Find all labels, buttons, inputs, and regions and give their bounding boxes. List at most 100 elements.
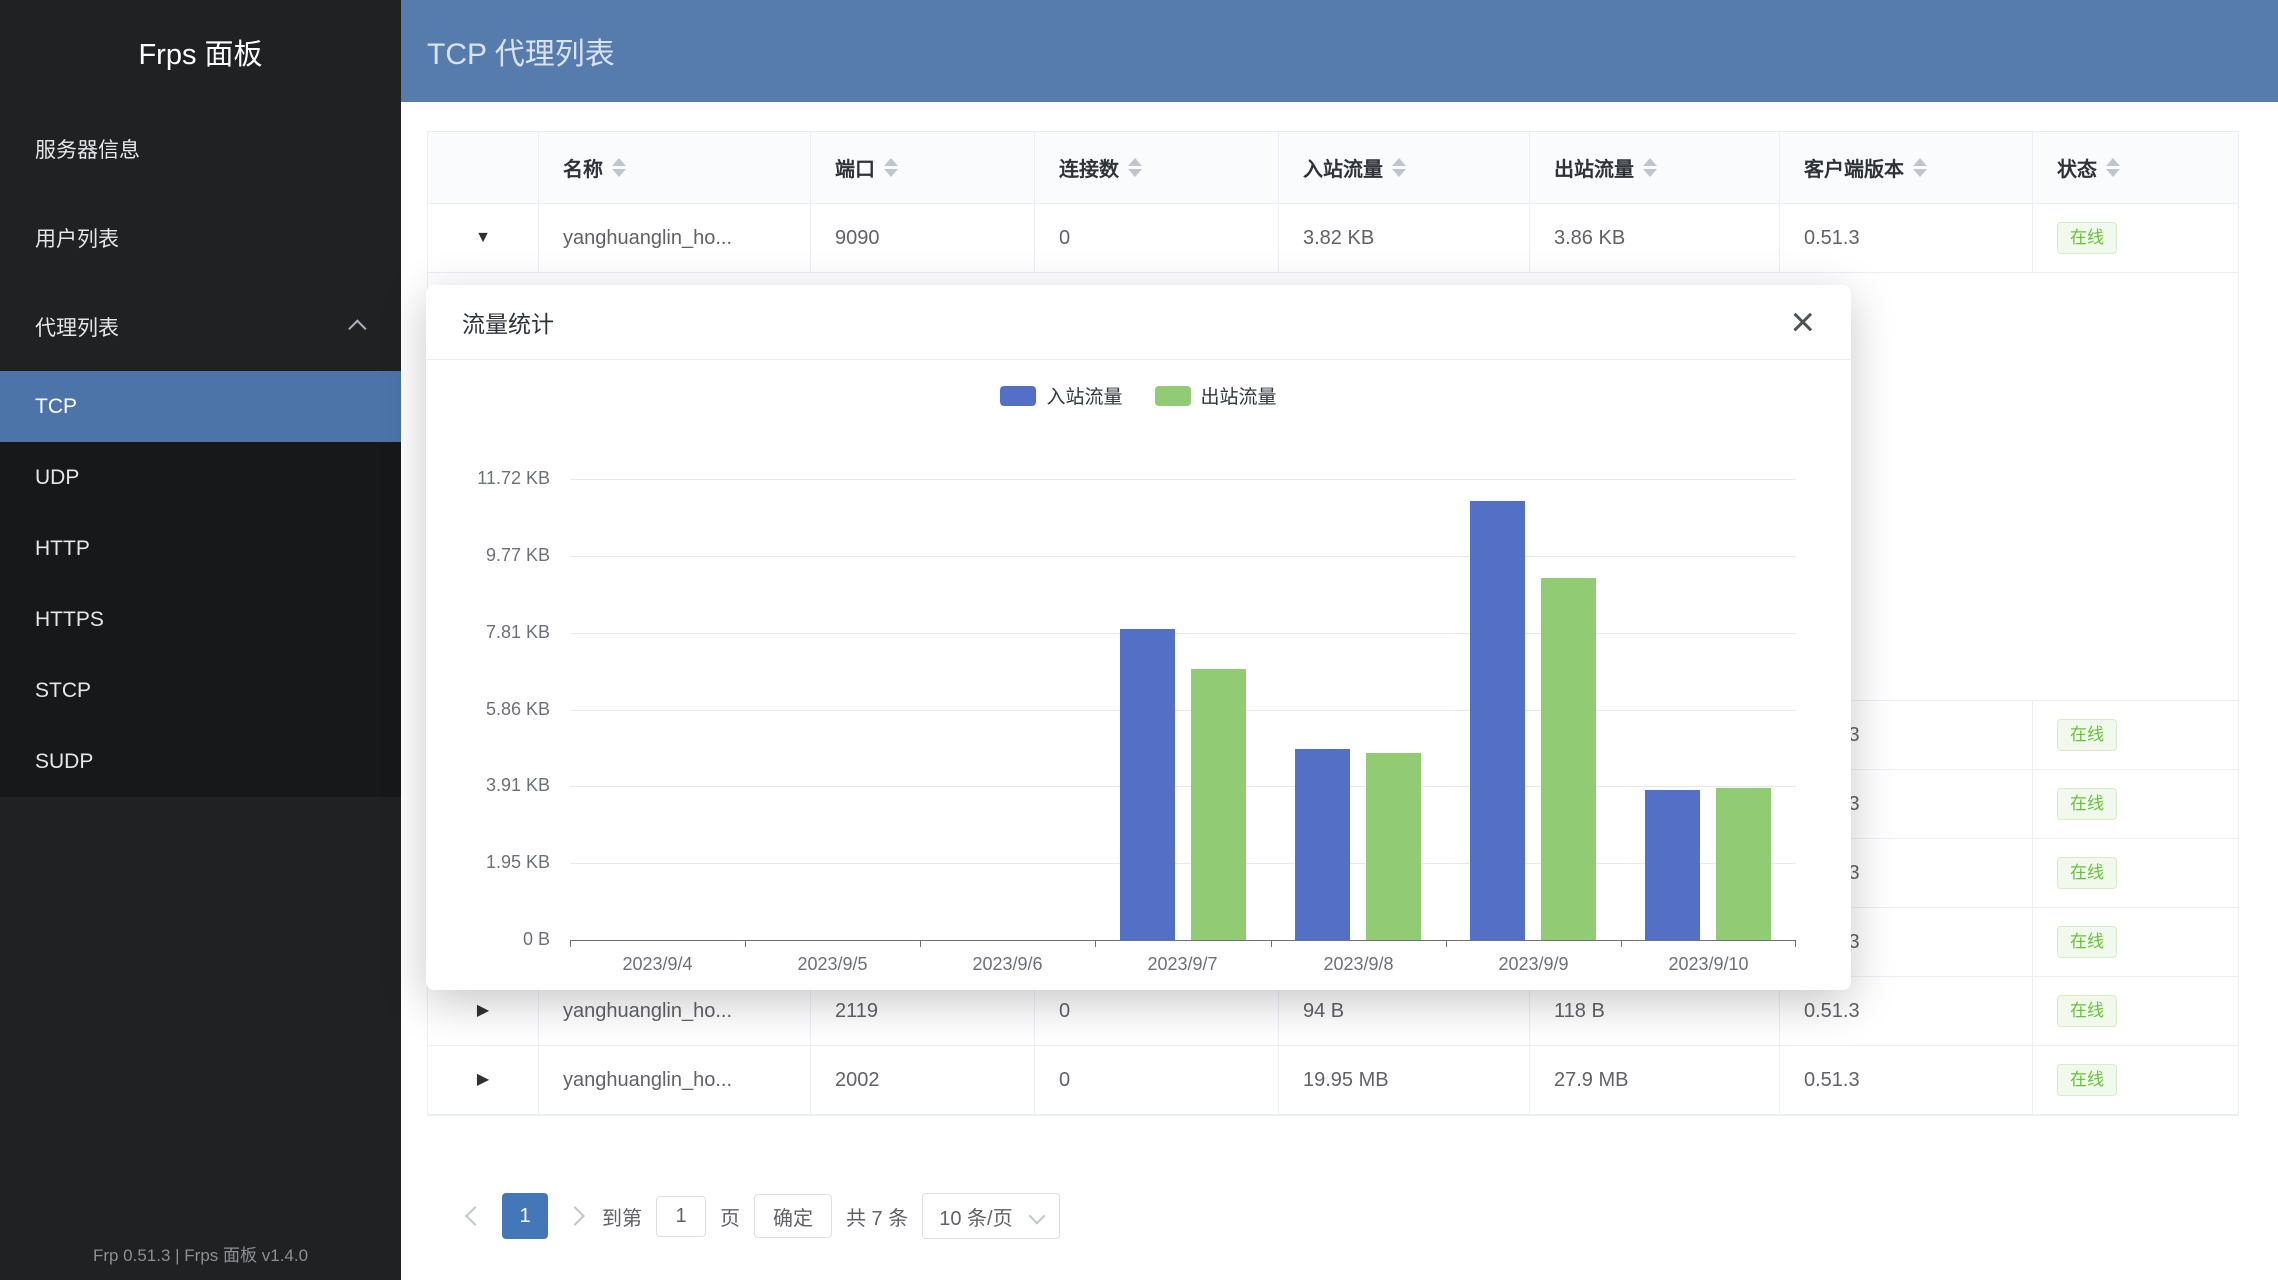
goto-page-input[interactable] xyxy=(656,1196,706,1237)
pagination: 1 到第 页 确定 共 7 条 10 条/页 xyxy=(462,1193,1060,1239)
column-header-label: 状态 xyxy=(2057,153,2097,182)
column-header-label: 入站流量 xyxy=(1303,153,1383,182)
axis-tick xyxy=(920,940,921,947)
sidebar-item-user-list[interactable]: 用户列表 xyxy=(0,193,401,282)
column-header[interactable]: 连接数 xyxy=(1035,132,1279,204)
bar-outbound xyxy=(1541,578,1596,940)
table-cell: 0.51.3 xyxy=(1780,204,2033,273)
sidebar-item-udp[interactable]: UDP xyxy=(0,442,401,513)
sidebar-item-https[interactable]: HTTPS xyxy=(0,584,401,655)
column-header-label: 出站流量 xyxy=(1554,153,1634,182)
y-axis-label: 1.95 KB xyxy=(426,852,550,873)
goto-label: 到第 xyxy=(602,1202,642,1231)
sidebar-item-server-info[interactable]: 服务器信息 xyxy=(0,104,401,193)
total-count-label: 共 7 条 xyxy=(846,1202,908,1231)
status-cell: 在线 xyxy=(2033,839,2238,908)
expand-row-icon[interactable]: ▶ xyxy=(477,1003,489,1019)
legend-label: 入站流量 xyxy=(1046,382,1122,409)
status-cell: 在线 xyxy=(2033,977,2238,1046)
page-unit-label: 页 xyxy=(720,1202,740,1231)
legend-item[interactable]: 入站流量 xyxy=(1000,382,1122,409)
table-cell: 3.82 KB xyxy=(1279,204,1530,273)
y-axis-label: 9.77 KB xyxy=(426,545,550,566)
sidebar-item-proxy-list[interactable]: 代理列表 xyxy=(0,282,401,371)
gridline xyxy=(570,556,1796,557)
modal-header: 流量统计 × xyxy=(426,285,1851,360)
page-size-select[interactable]: 10 条/页 xyxy=(922,1193,1059,1239)
column-header-label: 名称 xyxy=(563,153,603,182)
next-page-button[interactable] xyxy=(562,1193,588,1239)
gridline xyxy=(570,863,1796,864)
y-axis-label: 11.72 KB xyxy=(426,468,550,489)
y-axis-label: 3.91 KB xyxy=(426,775,550,796)
expand-column-header xyxy=(428,132,539,204)
table-cell: yanghuanglin_ho... xyxy=(539,204,811,273)
sidebar-item-stcp[interactable]: STCP xyxy=(0,655,401,726)
sidebar-item-label: UDP xyxy=(35,466,79,490)
column-header[interactable]: 出站流量 xyxy=(1530,132,1780,204)
column-header[interactable]: 入站流量 xyxy=(1279,132,1530,204)
status-cell: 在线 xyxy=(2033,908,2238,977)
axis-tick xyxy=(570,940,571,947)
gridline xyxy=(570,786,1796,787)
chevron-up-icon xyxy=(348,319,366,337)
sort-caret-icon[interactable] xyxy=(1913,158,1927,177)
table-cell: 2002 xyxy=(811,1046,1035,1115)
y-axis-label: 5.86 KB xyxy=(426,699,550,720)
y-axis-label: 0 B xyxy=(426,929,550,950)
page-number-1[interactable]: 1 xyxy=(502,1193,548,1239)
sidebar-item-label: HTTP xyxy=(35,537,90,561)
table-row: ▶yanghuanglin_ho...2002019.95 MB27.9 MB0… xyxy=(428,1046,2238,1115)
expand-cell: ▶ xyxy=(428,1046,539,1115)
column-header-label: 连接数 xyxy=(1059,153,1119,182)
prev-page-button[interactable] xyxy=(462,1193,488,1239)
sort-caret-icon[interactable] xyxy=(1128,158,1142,177)
sidebar-item-label: SUDP xyxy=(35,750,93,774)
sort-caret-icon[interactable] xyxy=(1643,158,1657,177)
y-axis-label: 7.81 KB xyxy=(426,622,550,643)
bar-inbound xyxy=(1295,749,1350,940)
sidebar-item-label: TCP xyxy=(35,395,77,419)
chevron-down-icon xyxy=(1028,1208,1045,1225)
sidebar-item-label: 服务器信息 xyxy=(35,134,140,164)
sidebar-item-label: HTTPS xyxy=(35,608,104,632)
status-badge: 在线 xyxy=(2057,222,2117,254)
confirm-button[interactable]: 确定 xyxy=(754,1194,832,1238)
table-cell: 27.9 MB xyxy=(1530,1046,1780,1115)
chart-legend: 入站流量 出站流量 xyxy=(426,382,1851,409)
status-cell: 在线 xyxy=(2033,770,2238,839)
sort-caret-icon[interactable] xyxy=(1392,158,1406,177)
column-header[interactable]: 名称 xyxy=(539,132,811,204)
sidebar-item-label: 代理列表 xyxy=(35,312,119,342)
chevron-left-icon xyxy=(465,1206,485,1226)
sort-caret-icon[interactable] xyxy=(612,158,626,177)
legend-swatch-icon xyxy=(1000,386,1036,406)
close-icon[interactable]: × xyxy=(1790,301,1815,343)
collapse-row-icon[interactable]: ▼ xyxy=(475,230,491,246)
axis-tick xyxy=(1095,940,1096,947)
sort-caret-icon[interactable] xyxy=(884,158,898,177)
table-cell: 0.51.3 xyxy=(1780,1046,2033,1115)
sidebar-item-http[interactable]: HTTP xyxy=(0,513,401,584)
table-cell: yanghuanglin_ho... xyxy=(539,1046,811,1115)
column-header[interactable]: 状态 xyxy=(2033,132,2238,204)
sort-caret-icon[interactable] xyxy=(2106,158,2120,177)
sidebar-item-sudp[interactable]: SUDP xyxy=(0,726,401,797)
bar-outbound xyxy=(1191,669,1246,940)
expand-row-icon[interactable]: ▶ xyxy=(477,1072,489,1088)
legend-swatch-icon xyxy=(1155,386,1191,406)
table-header-row: 名称 端口 连接数 入站流量 出站流量 客户端版本状态 xyxy=(428,132,2238,204)
legend-item[interactable]: 出站流量 xyxy=(1155,382,1277,409)
column-header-label: 端口 xyxy=(835,153,875,182)
sidebar-item-tcp[interactable]: TCP xyxy=(0,371,401,442)
column-header[interactable]: 客户端版本 xyxy=(1780,132,2033,204)
x-axis-label: 2023/9/10 xyxy=(1621,954,1796,975)
sidebar-item-label: STCP xyxy=(35,679,91,703)
column-header[interactable]: 端口 xyxy=(811,132,1035,204)
legend-label: 出站流量 xyxy=(1201,382,1277,409)
table-cell: 0 xyxy=(1035,204,1279,273)
sidebar-footer: Frp 0.51.3 | Frps 面板 v1.4.0 xyxy=(0,1241,401,1266)
status-badge: 在线 xyxy=(2057,788,2117,820)
table-cell: 0 xyxy=(1035,1046,1279,1115)
bar-inbound xyxy=(1645,790,1700,940)
